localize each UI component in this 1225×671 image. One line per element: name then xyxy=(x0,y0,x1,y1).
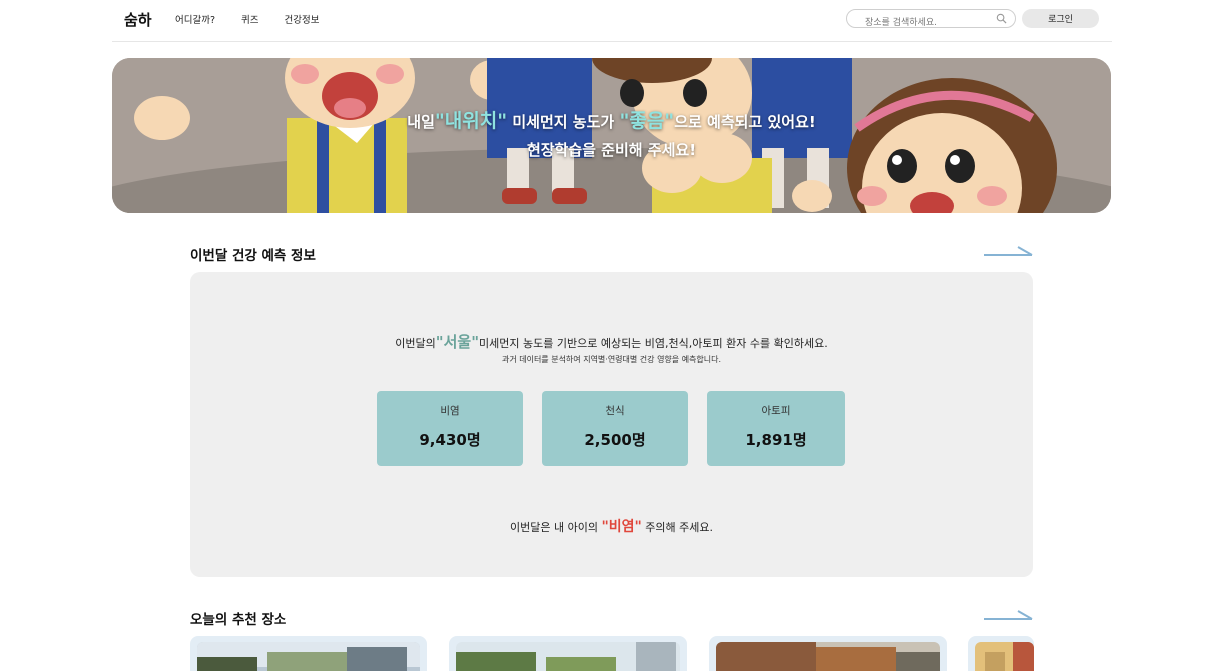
place-photo xyxy=(456,642,680,671)
banner-subline: 현장학습을 준비해 주세요! xyxy=(526,141,697,159)
place-photo xyxy=(197,642,420,671)
banner-grade: "좋음" xyxy=(619,110,675,132)
forecast-card: 이번달의"서울"미세먼지 농도를 기반으로 예상되는 비염,천식,아토피 환자 … xyxy=(190,272,1033,577)
nav-item-quiz[interactable]: 퀴즈 xyxy=(241,12,258,26)
banner-mid: 미세먼지 농도가 xyxy=(507,113,620,131)
search-icon[interactable] xyxy=(996,13,1007,24)
banner-location: "내위치" xyxy=(434,110,508,132)
forecast-city: "서울" xyxy=(435,333,480,351)
stat-value: 2,500명 xyxy=(584,431,646,449)
forecast-subdescription: 과거 데이터를 분석하여 지역별·연령대별 건강 영향을 예측합니다. xyxy=(501,355,722,364)
arrow-right-icon[interactable] xyxy=(984,608,1034,622)
banner-headline: 내일"내위치" 미세먼지 농도가 "좋음"으로 예측되고 있어요! xyxy=(112,106,1111,133)
stat-label: 천식 xyxy=(605,405,625,417)
place-card[interactable] xyxy=(968,636,1034,671)
forecast-desc-suffix: 미세먼지 농도를 기반으로 예상되는 비염,천식,아토피 환자 수를 확인하세요… xyxy=(479,337,828,350)
place-card[interactable] xyxy=(449,636,687,671)
forecast-section-title: 이번달 건강 예측 정보 xyxy=(190,248,316,264)
banner-suffix: 으로 예측되고 있어요! xyxy=(674,113,816,131)
stat-card-rhinitis: 비염 9,430명 xyxy=(377,391,523,466)
stat-card-atopy: 아토피 1,891명 xyxy=(707,391,845,466)
place-card[interactable] xyxy=(709,636,947,671)
place-photo xyxy=(975,642,1034,671)
arrow-right-icon[interactable] xyxy=(984,244,1034,258)
banner-prefix: 내일 xyxy=(407,113,435,131)
stat-card-asthma: 천식 2,500명 xyxy=(542,391,688,466)
site-logo[interactable]: 숨하 xyxy=(124,9,152,30)
search-input[interactable] xyxy=(847,14,987,32)
place-card[interactable] xyxy=(190,636,427,671)
login-button[interactable]: 로그인 xyxy=(1022,9,1099,28)
top-header: 숨하 어디갈까? 퀴즈 건강정보 로그인 xyxy=(112,0,1112,42)
forecast-warning: 이번달은 내 아이의 "비염" 주의해 주세요. xyxy=(190,516,1033,536)
stat-value: 9,430명 xyxy=(419,431,481,449)
hero-banner: 내일"내위치" 미세먼지 농도가 "좋음"으로 예측되고 있어요! 현장학습을 … xyxy=(112,58,1111,213)
forecast-description: 이번달의"서울"미세먼지 농도를 기반으로 예상되는 비염,천식,아토피 환자 … xyxy=(190,331,1033,352)
children-illustration xyxy=(112,58,1111,213)
warning-prefix: 이번달은 내 아이의 xyxy=(509,521,602,534)
stat-value: 1,891명 xyxy=(745,431,807,449)
main-nav: 어디갈까? 퀴즈 건강정보 xyxy=(175,12,345,26)
places-section-title: 오늘의 추천 장소 xyxy=(190,612,287,628)
warning-suffix: 주의해 주세요. xyxy=(641,521,714,534)
warning-disease: "비염" xyxy=(601,519,642,535)
nav-item-health-info[interactable]: 건강정보 xyxy=(285,12,320,26)
nav-item-where-to-go[interactable]: 어디갈까? xyxy=(175,12,215,26)
stat-label: 비염 xyxy=(440,405,460,417)
search-box xyxy=(846,9,1016,32)
stat-label: 아토피 xyxy=(761,405,791,417)
forecast-desc-prefix: 이번달의 xyxy=(395,337,436,350)
place-photo xyxy=(716,642,940,671)
